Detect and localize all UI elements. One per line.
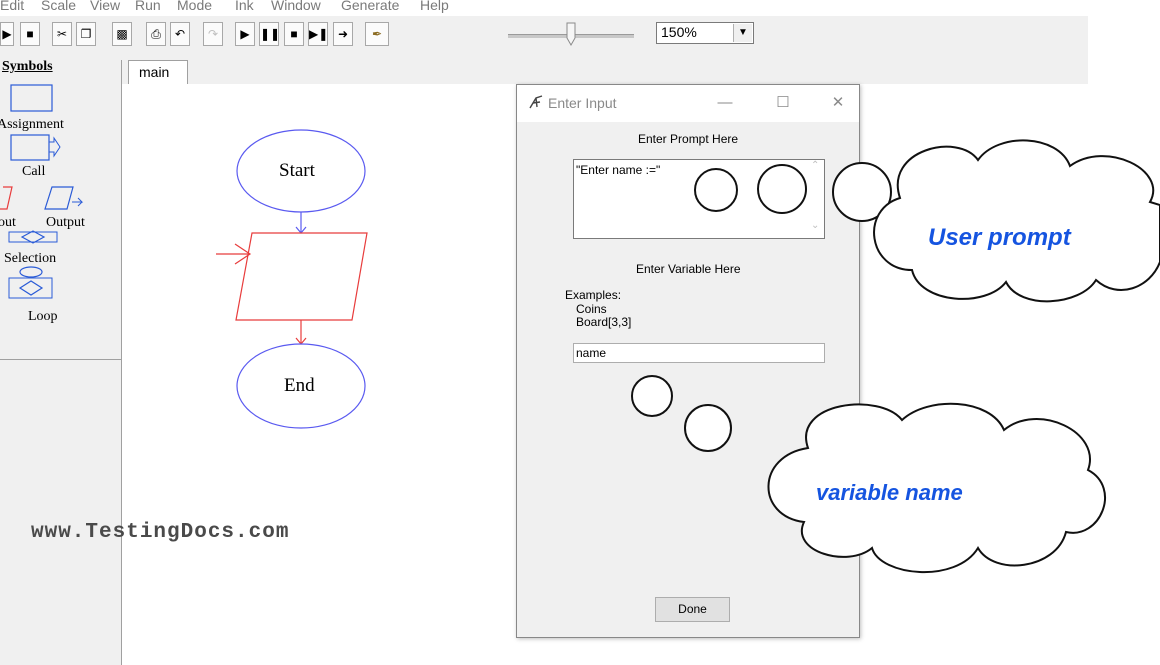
user-prompt-cloud [873, 139, 1160, 303]
bubble-dot-2 [757, 164, 807, 214]
bubble-dot-5 [684, 404, 732, 452]
annotation-overlay [631, 139, 1160, 574]
bubble-dot-1 [694, 168, 738, 212]
bubble-dot-4 [631, 375, 673, 417]
user-prompt-callout: User prompt [928, 224, 1071, 251]
variable-name-callout: variable name [816, 480, 963, 505]
